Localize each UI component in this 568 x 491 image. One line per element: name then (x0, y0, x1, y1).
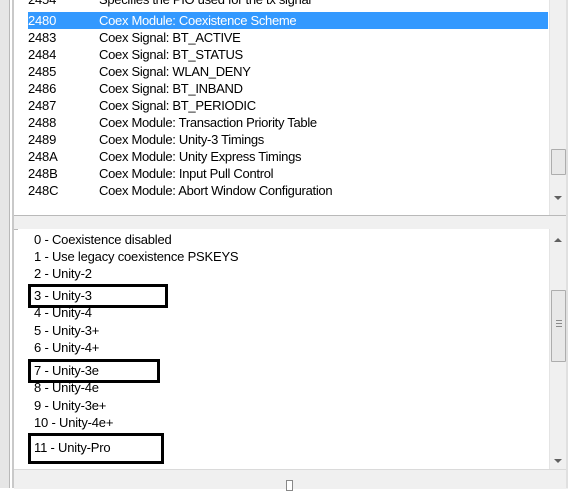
list-item[interactable]: 2483 Coex Signal: BT_ACTIVE (28, 29, 548, 46)
scroll-down-arrow-icon[interactable] (554, 459, 562, 463)
list-item[interactable]: 2484 Coex Signal: BT_STATUS (28, 46, 548, 63)
pane-splitter[interactable] (14, 215, 568, 230)
list-item[interactable]: 248B Coex Module: Input Pull Control (28, 165, 548, 182)
highlight-box-unity-3 (28, 284, 168, 308)
horizontal-scrollbar[interactable] (14, 469, 568, 491)
scroll-down-arrow-icon[interactable] (554, 196, 562, 200)
scroll-up-arrow-icon[interactable] (554, 238, 562, 242)
option-item[interactable]: 5 - Unity-3+ (34, 322, 99, 339)
option-item[interactable]: 1 - Use legacy coexistence PSKEYS (34, 248, 239, 265)
highlight-box-unity-pro (28, 433, 164, 464)
window-inner-border (12, 0, 14, 488)
list-item-selected[interactable]: 2480 Coex Module: Coexistence Scheme (28, 12, 548, 29)
list-item[interactable]: 2485 Coex Signal: WLAN_DENY (28, 63, 548, 80)
list-item[interactable]: 2486 Coex Signal: BT_INBAND (28, 80, 548, 97)
scroll-grip-icon (556, 326, 562, 327)
options-scrollbar[interactable] (549, 229, 566, 469)
list-item[interactable]: 2489 Coex Module: Unity-3 Timings (28, 131, 548, 148)
scroll-grip-icon (556, 323, 562, 324)
window-left-border (0, 0, 10, 488)
list-item[interactable]: 2454 Specifies the PIO used for the tx s… (28, 0, 548, 8)
list-item[interactable]: 2487 Coex Signal: BT_PERIODIC (28, 97, 548, 114)
list-item[interactable]: 248C Coex Module: Abort Window Configura… (28, 182, 548, 199)
scrollbar-thumb[interactable] (551, 290, 566, 362)
scrollbar-thumb[interactable] (551, 149, 566, 175)
value-options-list[interactable]: 0 - Coexistence disabled 1 - Use legacy … (18, 229, 568, 469)
top-list-scrollbar[interactable] (549, 0, 566, 215)
pskey-list[interactable]: 2454 Specifies the PIO used for the tx s… (18, 0, 568, 215)
option-item[interactable]: 9 - Unity-3e+ (34, 397, 106, 414)
option-item[interactable]: 6 - Unity-4+ (34, 339, 99, 356)
option-item[interactable]: 10 - Unity-4e+ (34, 414, 113, 431)
list-item[interactable]: 2488 Coex Module: Transaction Priority T… (28, 114, 548, 131)
highlight-box-unity-3e (28, 359, 160, 383)
resize-marker[interactable] (286, 480, 293, 491)
option-item[interactable]: 2 - Unity-2 (34, 265, 92, 282)
scroll-grip-icon (556, 320, 562, 321)
option-item[interactable]: 0 - Coexistence disabled (34, 231, 172, 248)
list-item[interactable]: 248A Coex Module: Unity Express Timings (28, 148, 548, 165)
